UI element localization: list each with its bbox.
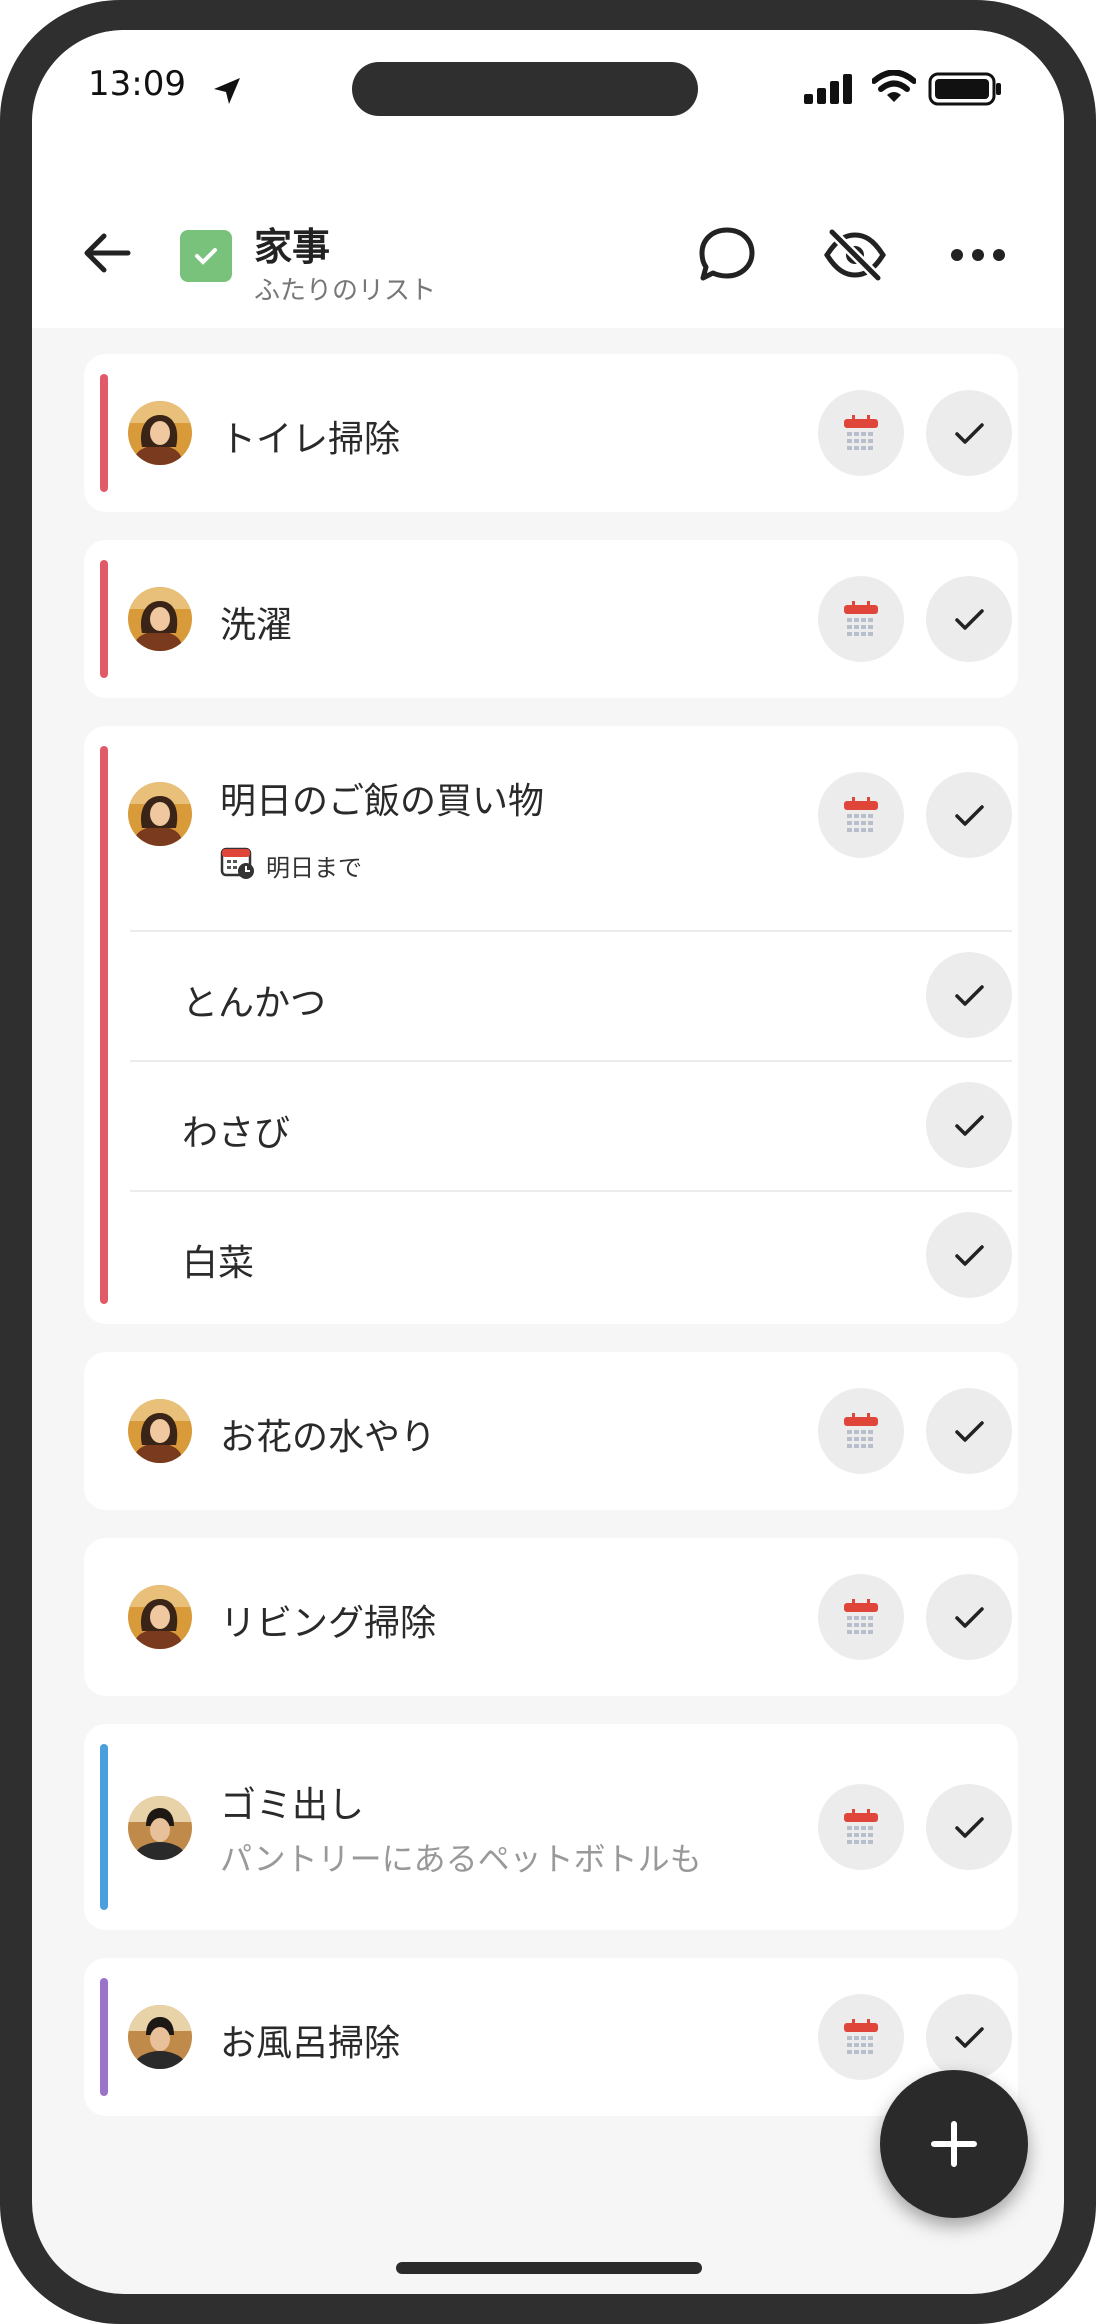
avatar bbox=[128, 2005, 192, 2069]
complete-button[interactable] bbox=[926, 1784, 1012, 1870]
category-bar bbox=[100, 374, 108, 492]
chat-bubble-icon[interactable] bbox=[698, 226, 756, 284]
category-bar bbox=[100, 560, 108, 678]
avatar bbox=[128, 782, 192, 846]
divider bbox=[130, 1190, 1012, 1192]
complete-button[interactable] bbox=[926, 772, 1012, 858]
check-icon bbox=[955, 1245, 984, 1266]
complete-button[interactable] bbox=[926, 576, 1012, 662]
set-date-button[interactable] bbox=[818, 1784, 904, 1870]
subtask-label: とんかつ bbox=[182, 983, 327, 1024]
calendar-icon bbox=[844, 415, 878, 450]
task-card[interactable]: お花の水やり bbox=[84, 1352, 1018, 1510]
back-arrow-icon[interactable] bbox=[82, 228, 132, 278]
signal-icon bbox=[804, 74, 852, 104]
complete-button[interactable] bbox=[926, 1994, 1012, 2080]
complete-subtask-button[interactable] bbox=[926, 1212, 1012, 1298]
check-icon bbox=[955, 1607, 984, 1628]
avatar bbox=[128, 1796, 192, 1860]
task-card[interactable]: 明日のご飯の買い物 明日まで とんかつ わさび 白菜 bbox=[84, 726, 1018, 1324]
calendar-icon bbox=[844, 601, 878, 636]
location-arrow-icon bbox=[214, 78, 240, 104]
complete-button[interactable] bbox=[926, 390, 1012, 476]
category-bar bbox=[100, 1978, 108, 2096]
task-title: お花の水やり bbox=[220, 1417, 437, 1458]
calendar-icon bbox=[844, 1809, 878, 1844]
complete-subtask-button[interactable] bbox=[926, 952, 1012, 1038]
calendar-clock-icon bbox=[220, 847, 254, 879]
set-date-button[interactable] bbox=[818, 1574, 904, 1660]
set-date-button[interactable] bbox=[818, 390, 904, 476]
check-icon bbox=[955, 1421, 984, 1442]
category-bar bbox=[100, 1744, 108, 1910]
check-icon bbox=[955, 2027, 984, 2048]
list-header: 家事 ふたりのリスト bbox=[32, 180, 1064, 328]
task-title: ゴミ出し bbox=[220, 1785, 365, 1826]
battery-icon bbox=[928, 72, 1001, 106]
check-icon bbox=[955, 1115, 984, 1136]
subtask-label: 白菜 bbox=[182, 1243, 255, 1284]
eye-off-icon[interactable] bbox=[824, 228, 886, 282]
check-icon bbox=[955, 985, 984, 1006]
status-bar: 13:09 bbox=[32, 30, 1064, 180]
set-date-button[interactable] bbox=[818, 1994, 904, 2080]
divider bbox=[130, 1060, 1012, 1062]
calendar-icon bbox=[844, 1599, 878, 1634]
status-time: 13:09 bbox=[88, 64, 186, 104]
task-title: 洗濯 bbox=[220, 605, 293, 646]
device-frame: 13:09 家事 ふたりのリスト トイレ掃除 洗濯 明日のご飯の買い物 明日まで… bbox=[0, 0, 1096, 2324]
due-date-label: 明日まで bbox=[266, 854, 362, 882]
calendar-icon bbox=[844, 1413, 878, 1448]
screen: 13:09 家事 ふたりのリスト トイレ掃除 洗濯 明日のご飯の買い物 明日まで… bbox=[32, 30, 1064, 2294]
check-icon bbox=[955, 423, 984, 444]
divider bbox=[130, 930, 1012, 932]
task-card[interactable]: 洗濯 bbox=[84, 540, 1018, 698]
subtask-row[interactable]: 白菜 bbox=[130, 1190, 1012, 1320]
complete-button[interactable] bbox=[926, 1388, 1012, 1474]
subtask-label: わさび bbox=[182, 1113, 291, 1154]
set-date-button[interactable] bbox=[818, 576, 904, 662]
subtask-row[interactable]: とんかつ bbox=[130, 930, 1012, 1060]
task-card[interactable]: お風呂掃除 bbox=[84, 1958, 1018, 2116]
set-date-button[interactable] bbox=[818, 772, 904, 858]
home-indicator[interactable] bbox=[396, 2262, 702, 2274]
category-bar bbox=[100, 746, 108, 1304]
task-title: リビング掃除 bbox=[220, 1603, 437, 1644]
calendar-icon bbox=[844, 2019, 878, 2054]
task-title: お風呂掃除 bbox=[220, 2023, 401, 2064]
page-title: 家事 bbox=[254, 225, 331, 269]
plus-icon bbox=[931, 2121, 977, 2167]
task-title: トイレ掃除 bbox=[220, 419, 401, 460]
subtask-row[interactable]: わさび bbox=[130, 1060, 1012, 1190]
avatar bbox=[128, 1399, 192, 1463]
due-date: 明日まで bbox=[220, 844, 362, 882]
avatar bbox=[128, 587, 192, 651]
calendar-icon bbox=[844, 797, 878, 832]
task-card[interactable]: トイレ掃除 bbox=[84, 354, 1018, 512]
check-icon bbox=[955, 805, 984, 826]
task-title: 明日のご飯の買い物 bbox=[220, 781, 545, 822]
dynamic-island bbox=[352, 62, 698, 116]
add-task-button[interactable] bbox=[880, 2070, 1028, 2218]
task-card[interactable]: ゴミ出し パントリーにあるペットボトルも bbox=[84, 1724, 1018, 1930]
task-note: パントリーにあるペットボトルも bbox=[220, 1840, 702, 1878]
check-icon bbox=[955, 1817, 984, 1838]
complete-subtask-button[interactable] bbox=[926, 1082, 1012, 1168]
set-date-button[interactable] bbox=[818, 1388, 904, 1474]
avatar bbox=[128, 401, 192, 465]
wifi-icon bbox=[872, 70, 916, 102]
task-card[interactable]: リビング掃除 bbox=[84, 1538, 1018, 1696]
complete-button[interactable] bbox=[926, 1574, 1012, 1660]
avatar bbox=[128, 1585, 192, 1649]
more-dots-icon[interactable] bbox=[950, 248, 1006, 262]
list-check-icon bbox=[180, 230, 232, 282]
page-subtitle: ふたりのリスト bbox=[254, 276, 437, 306]
check-icon bbox=[955, 609, 984, 630]
